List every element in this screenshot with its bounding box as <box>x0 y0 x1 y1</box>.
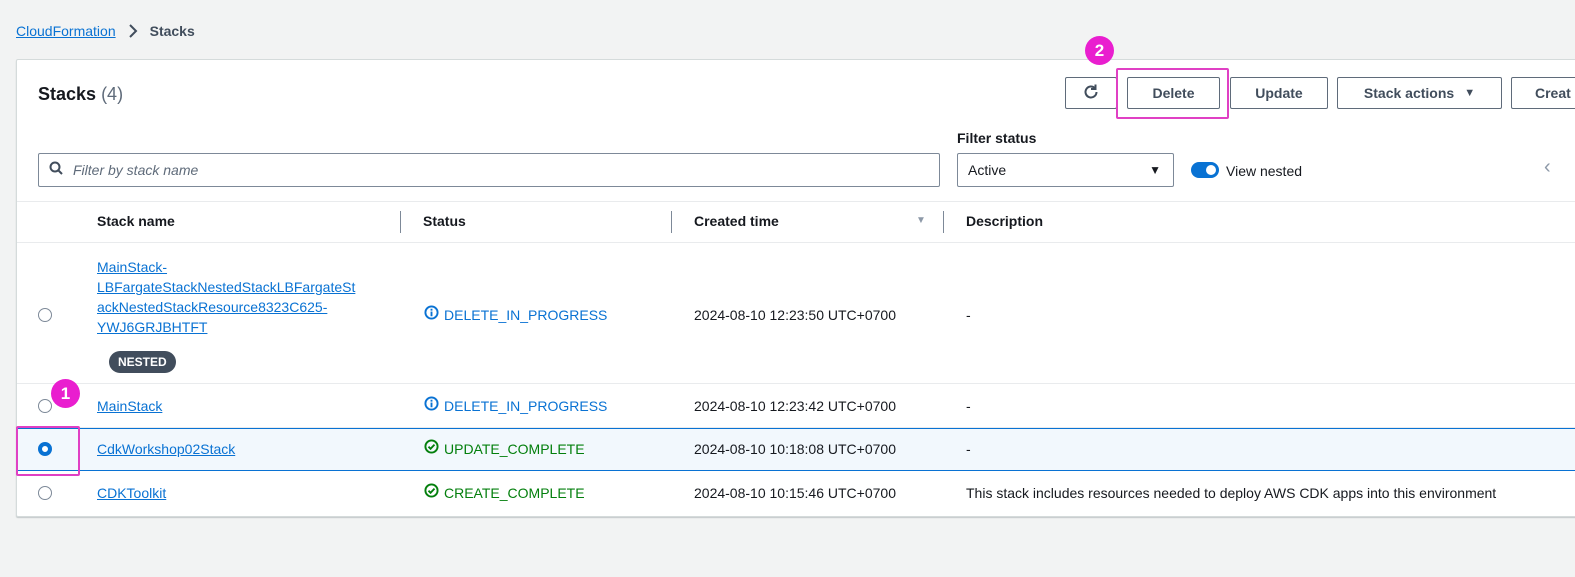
column-created-time[interactable]: Created time <box>694 213 779 229</box>
info-icon <box>424 305 439 325</box>
description: - <box>966 441 971 457</box>
row-radio[interactable] <box>38 399 52 413</box>
stack-name-link[interactable]: CDKToolkit <box>97 483 166 503</box>
breadcrumb-current: Stacks <box>149 23 195 39</box>
status-cell: CREATE_COMPLETE <box>424 483 585 503</box>
column-divider[interactable] <box>400 211 401 233</box>
check-circle-icon <box>424 483 439 503</box>
search-icon <box>49 161 63 180</box>
description: This stack includes resources needed to … <box>966 485 1497 501</box>
annotation-badge-1: 1 <box>51 379 80 408</box>
column-divider[interactable] <box>943 211 944 233</box>
table-header <box>17 201 1575 243</box>
created-time: 2024-08-10 12:23:42 UTC+0700 <box>694 398 896 414</box>
info-icon <box>424 396 439 416</box>
created-time: 2024-08-10 10:15:46 UTC+0700 <box>694 485 896 501</box>
row-radio[interactable] <box>38 486 52 500</box>
search-field[interactable] <box>38 153 940 187</box>
refresh-button[interactable] <box>1065 77 1117 109</box>
caret-down-icon: ▼ <box>1464 87 1476 99</box>
status-cell: DELETE_IN_PROGRESS <box>424 396 607 416</box>
status-filter-select[interactable]: Active ▼ <box>957 153 1174 187</box>
stack-name-link[interactable]: MainStack- LBFargateStackNestedStackLBFa… <box>97 257 355 337</box>
status-filter-value: Active <box>968 162 1007 178</box>
chevron-right-icon <box>128 24 138 38</box>
stack-name-line: LBFargateStackNestedStackLBFargateSt <box>97 279 356 295</box>
created-time: 2024-08-10 10:18:08 UTC+0700 <box>694 441 896 457</box>
page-title-text: Stacks <box>38 84 97 104</box>
stack-name-link[interactable]: MainStack <box>97 396 162 416</box>
toggle-knob <box>1206 165 1216 175</box>
stack-actions-button[interactable]: Stack actions ▼ <box>1337 77 1502 109</box>
stack-name-line: YWJ6GRJBHTFT <box>97 319 208 335</box>
stack-name-line: MainStack- <box>97 259 168 275</box>
refresh-icon <box>1082 83 1100 104</box>
description: - <box>966 307 971 323</box>
stack-name-line: ackNestedStackResource8323C625- <box>97 299 328 315</box>
column-divider[interactable] <box>671 211 672 233</box>
check-circle-icon <box>424 439 439 459</box>
status-cell: DELETE_IN_PROGRESS <box>424 305 607 325</box>
column-stack-name[interactable]: Stack name <box>97 213 175 229</box>
create-stack-button[interactable]: Creat <box>1511 77 1575 109</box>
status-text: CREATE_COMPLETE <box>444 485 585 501</box>
description: - <box>966 398 971 414</box>
search-input[interactable] <box>71 161 925 179</box>
status-text: UPDATE_COMPLETE <box>444 441 585 457</box>
column-status[interactable]: Status <box>423 213 466 229</box>
annotation-badge-2: 2 <box>1085 36 1114 65</box>
breadcrumb-cloudformation-link[interactable]: CloudFormation <box>16 23 116 39</box>
status-text: DELETE_IN_PROGRESS <box>444 398 608 414</box>
status-cell: UPDATE_COMPLETE <box>424 439 585 459</box>
view-nested-toggle[interactable] <box>1191 162 1219 178</box>
chevron-left-icon[interactable]: ‹ <box>1544 156 1551 179</box>
nested-badge: NESTED <box>109 351 176 373</box>
page-title: Stacks (4) <box>38 83 123 105</box>
stack-count: (4) <box>101 84 124 104</box>
update-button[interactable]: Update <box>1230 77 1328 109</box>
created-time: 2024-08-10 12:23:50 UTC+0700 <box>694 307 896 323</box>
view-nested-label: View nested <box>1226 163 1303 179</box>
stack-actions-label: Stack actions <box>1363 85 1455 101</box>
sort-desc-icon[interactable]: ▼ <box>916 215 926 226</box>
row-radio-selected[interactable] <box>38 442 52 456</box>
stack-name-link[interactable]: CdkWorkshop02Stack <box>97 439 235 459</box>
status-text: DELETE_IN_PROGRESS <box>444 307 608 323</box>
breadcrumb: CloudFormation Stacks <box>16 21 195 41</box>
caret-down-icon: ▼ <box>1149 163 1161 177</box>
filter-status-label: Filter status <box>957 130 1037 146</box>
column-description[interactable]: Description <box>966 213 1043 229</box>
delete-button[interactable]: Delete <box>1127 77 1220 109</box>
row-radio[interactable] <box>38 308 52 322</box>
